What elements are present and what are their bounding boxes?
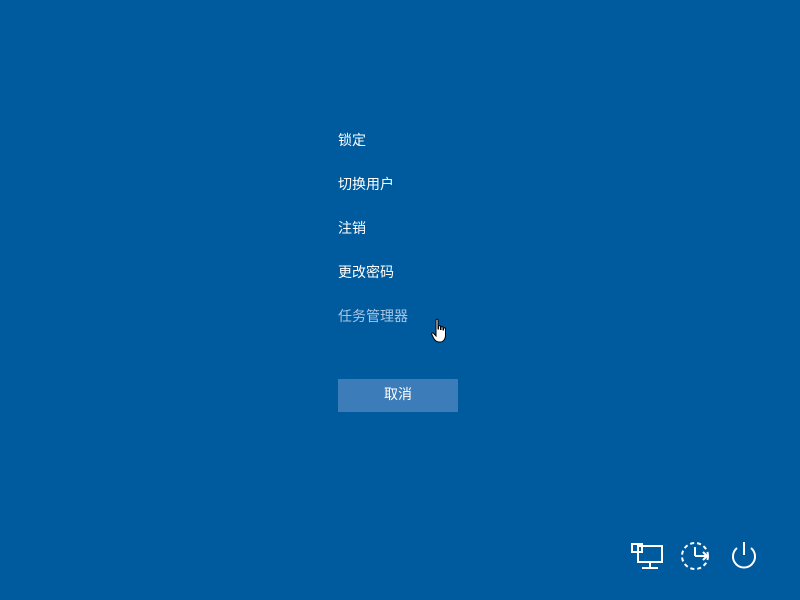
cancel-button[interactable]: 取消 [338, 379, 458, 412]
menu-item-lock[interactable]: 锁定 [338, 130, 538, 152]
hand-cursor-icon [431, 318, 446, 343]
power-icon[interactable] [726, 538, 762, 574]
menu-item-change-password[interactable]: 更改密码 [338, 262, 538, 284]
menu-item-switch-user[interactable]: 切换用户 [338, 174, 538, 196]
menu-item-sign-out[interactable]: 注销 [338, 218, 538, 240]
security-options-menu: 锁定 切换用户 注销 更改密码 任务管理器 [338, 130, 538, 350]
ease-of-access-icon[interactable] [678, 538, 714, 574]
network-icon[interactable] [630, 538, 666, 574]
